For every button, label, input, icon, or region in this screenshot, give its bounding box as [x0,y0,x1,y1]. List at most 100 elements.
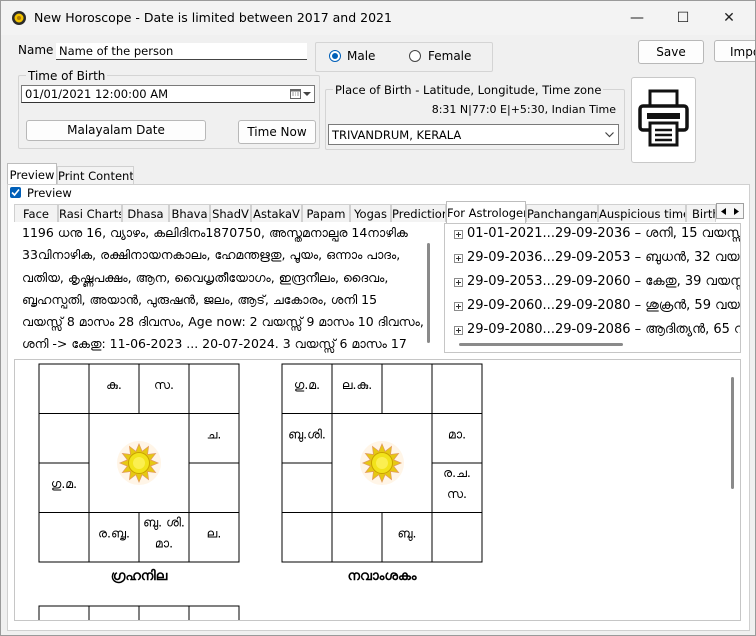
outer-tab-strip: Preview Print Contents [7,163,755,186]
planet-label: ല. [207,526,222,541]
tab-astakav[interactable]: AstakaV [251,204,302,222]
info-line: വയസ്സ് 8 മാസം 28 ദിവസം, Age now: 2 വയസ്സ… [22,314,424,330]
house-cell[interactable] [138,605,190,620]
tab-panchangam[interactable]: Panchangam [526,204,598,222]
tab-prediction[interactable]: Prediction [391,204,446,222]
info-scrollbar[interactable] [427,243,430,343]
tab-bhava[interactable]: Bhava [169,204,210,222]
tab-print-contents[interactable]: Print Contents [57,166,134,184]
chart-caption: നവാംശകം [347,568,417,584]
import-button[interactable]: Impo [714,40,755,62]
house-cell[interactable] [38,363,90,414]
place-combobox[interactable]: TRIVANDRUM, KERALA [328,124,619,145]
expand-icon[interactable] [454,302,463,311]
house-cell[interactable] [431,512,483,563]
male-radio[interactable] [329,50,341,62]
planet-label: ര.ച. [443,465,471,480]
tab-face[interactable]: Face [14,204,58,222]
place-of-birth-label: Place of Birth - Latitude, Longitude, Ti… [333,83,604,97]
tree-row-label: 29-09-2036...29-09-2053 – ബുധൻ, 32 വയസ്സ… [467,250,741,265]
check-icon [11,188,20,197]
info-line: ശനി -> കേതു: 11-06-2023 ... 20-07-2024. … [22,336,407,352]
tree-row-label: 29-09-2080...29-09-2086 – ആദിത്യൻ, 65 വയ… [467,322,740,337]
time-now-button[interactable]: Time Now [238,120,316,144]
tab-dhasa[interactable]: Dhasa [122,204,169,222]
horoscope-window: New Horoscope - Date is limited between … [0,0,756,636]
female-radio[interactable] [409,50,421,62]
house-cell[interactable] [38,605,90,620]
tab-scroll-buttons [716,203,744,219]
chevron-right-icon[interactable] [734,208,739,215]
chevron-down-icon[interactable] [303,92,311,97]
info-line: 1196 ധനു 16, വ്യാഴം, കലിദിനം1870750, അസ്… [22,225,408,240]
minimize-icon[interactable]: — [615,5,659,31]
planet-label: ച. [207,427,222,442]
house-cell[interactable] [38,512,90,563]
place-value: TRIVANDRUM, KERALA [332,128,462,142]
info-text-area[interactable]: 1196 ധനു 16, വ്യാഴം, കലിദിനം1870750, അസ്… [17,223,439,353]
chart-area: കു. സ. ച. ല. ബു. ശി. മാ. ര.ബൃ. ഗു.മ. ഗ്രഹനില ഗു.മ… [14,359,741,621]
tree-horizontal-scrollbar[interactable] [459,343,623,346]
expand-icon[interactable] [454,278,463,287]
house-cell[interactable] [188,363,240,414]
tab-auspicious-time[interactable]: Auspicious time [598,204,686,222]
print-button[interactable] [631,77,696,163]
planet-label: ര.ബൃ. [98,526,130,541]
house-cell[interactable] [188,462,240,513]
planet-label: ഗു.മ. [51,476,77,491]
expand-icon[interactable] [454,230,463,239]
rasi-chart: കു. സ. ച. ല. ബു. ശി. മാ. ര.ബൃ. ഗു.മ. ഗ്രഹനില [38,363,240,584]
preview-checkbox[interactable] [10,187,21,198]
calendar-icon[interactable] [290,89,301,99]
sun-emblem-icon [360,441,404,485]
expand-icon[interactable] [454,326,463,335]
title-bar[interactable]: New Horoscope - Date is limited between … [1,1,755,35]
female-label: Female [428,49,472,63]
tab-papam[interactable]: Papam [302,204,350,222]
tab-shadv[interactable]: ShadV [210,204,251,222]
planet-label: ബു. [397,526,416,542]
chevron-down-icon[interactable] [605,132,614,138]
house-cell[interactable] [281,512,333,563]
name-input[interactable]: Name of the person [56,43,307,60]
planet-label: സ. [447,486,467,501]
planet-label: ബു.ശി. [288,427,326,443]
next-chart-partial [38,605,240,620]
maximize-icon[interactable]: ☐ [661,5,705,31]
chart-caption: ഗ്രഹനില [111,568,169,584]
coordinates-text: 8:31 N|77:0 E|+5:30, Indian Time [431,103,616,116]
planet-label: ബു. ശി. [143,515,185,531]
house-cell[interactable] [281,462,333,513]
planet-label: മാ. [155,536,173,551]
time-of-birth-label: Time of Birth [26,69,108,83]
planet-label: മാ. [448,427,466,442]
save-button[interactable]: Save [638,40,704,64]
info-line: വതിയ, കൃഷ്ണപക്ഷം, ആന, വൈധൃതീയോഗം, ഇന്ദ്ര… [22,269,389,285]
app-icon [12,11,26,25]
window-title: New Horoscope - Date is limited between … [34,10,392,25]
close-icon[interactable]: ✕ [707,5,751,31]
house-cell[interactable] [431,363,483,414]
house-cell[interactable] [38,413,90,464]
birth-datetime-picker[interactable]: 01/01/2021 12:00:00 AM [21,85,315,103]
tab-yogas[interactable]: Yogas [350,204,391,222]
expand-icon[interactable] [454,254,463,263]
name-label: Name [18,43,54,57]
tab-birth[interactable]: Birth [686,204,716,222]
chart-scrollbar[interactable] [731,377,734,489]
birth-datetime-value: 01/01/2021 12:00:00 AM [25,87,169,101]
house-cell[interactable] [381,363,433,414]
house-cell[interactable] [331,512,383,563]
info-line: ബൃഹസ്പതി, അയാൻ, പുരുഷൻ, ജലം, ആട്, ചകോരം,… [22,291,378,307]
tab-preview[interactable]: Preview [7,163,57,185]
house-cell[interactable] [88,605,140,620]
printer-icon [638,89,689,147]
tab-for-astrologer[interactable]: For Astrologer [446,201,526,223]
tree-row-label: 29-09-2053...29-09-2060 – കേതു, 39 വയസ്സ… [467,274,741,289]
preview-checkbox-label: Preview [27,186,72,200]
chevron-left-icon[interactable] [721,208,726,215]
house-cell[interactable] [188,605,240,620]
malayalam-date-button[interactable]: Malayalam Date [26,120,206,141]
tab-rasi-charts[interactable]: Rasi Charts [58,204,122,222]
male-label: Male [347,49,376,63]
